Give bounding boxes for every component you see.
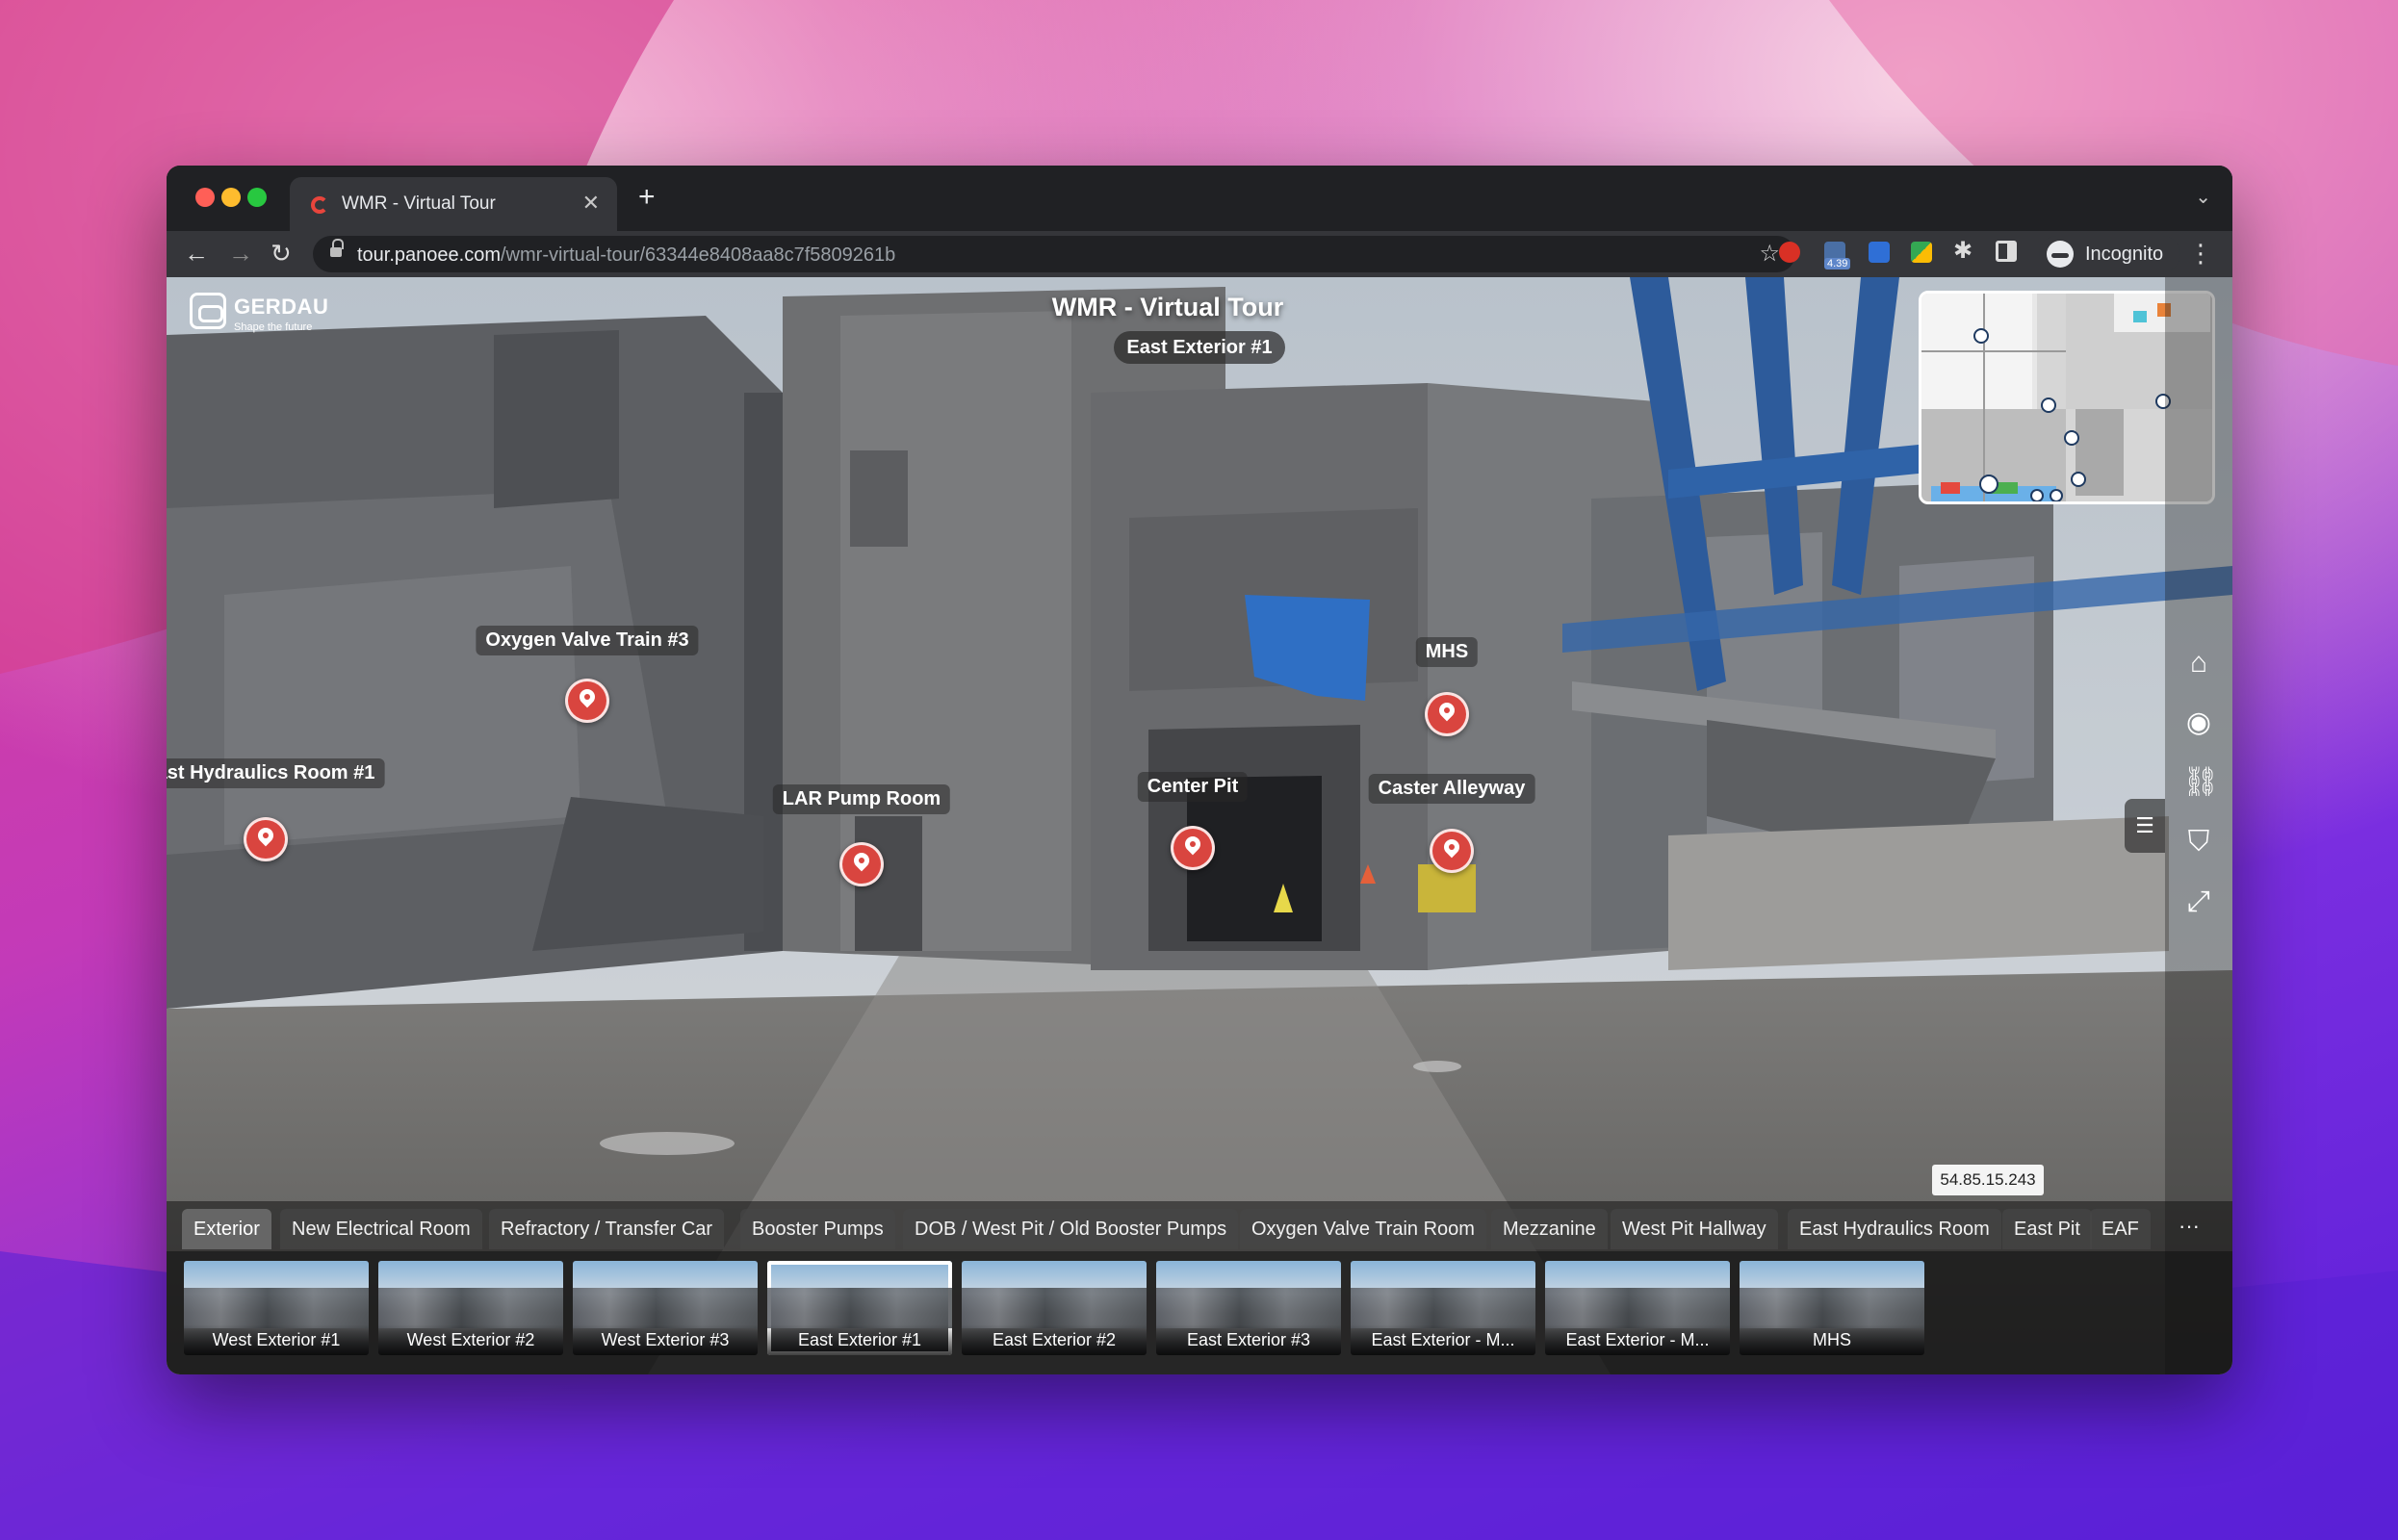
home-icon[interactable]: ⌂ (2182, 647, 2215, 680)
hotspot-pin-east-hydraulics-room[interactable] (244, 817, 288, 861)
hotspot-pin-oxygen-valve-train[interactable] (565, 679, 609, 723)
panoee-favicon-icon (311, 196, 328, 214)
forward-icon[interactable]: → (228, 239, 253, 268)
thumb-image (573, 1288, 758, 1328)
scene-thumb-east-exterior-3[interactable]: East Exterior #3 (1156, 1261, 1341, 1355)
group-tab-east-hydraulics-room[interactable]: East Hydraulics Room (1788, 1209, 2001, 1249)
scene-thumb-west-exterior-2[interactable]: West Exterior #2 (378, 1261, 563, 1355)
hotspot-pin-center-pit[interactable] (1171, 826, 1215, 870)
scene-thumb-label: East Exterior - M... (1545, 1324, 1730, 1355)
ip-address-label: 54.85.15.243 (1932, 1165, 2044, 1195)
scene-thumb-mhs[interactable]: MHS (1740, 1261, 1924, 1355)
scene-thumb-west-exterior-1[interactable]: West Exterior #1 (184, 1261, 369, 1355)
thumb-image (1545, 1288, 1730, 1328)
browser-toolbar: ← → ↻ tour.panoee.com/wmr-virtual-tour/6… (167, 231, 2232, 277)
tab-search-button[interactable]: ⌄ (2195, 185, 2211, 209)
scene-thumb-label: East Exterior #3 (1156, 1324, 1341, 1355)
group-tab-exterior[interactable]: Exterior (182, 1209, 271, 1249)
hotspot-label-east-hydraulics-room[interactable]: ast Hydraulics Room #1 (167, 758, 385, 788)
incognito-icon (2047, 241, 2074, 268)
hotspot-pin-caster-alleyway[interactable] (1430, 829, 1474, 873)
tab-strip: WMR - Virtual Tour ✕ + ⌄ (167, 166, 2232, 231)
group-tab-mezzanine[interactable]: Mezzanine (1491, 1209, 1608, 1249)
hotspot-label-center-pit[interactable]: Center Pit (1137, 772, 1249, 802)
thumb-image (767, 1288, 952, 1328)
group-tab-oxygen-valve-train-room[interactable]: Oxygen Valve Train Room (1240, 1209, 1486, 1249)
extension-icon-4[interactable] (1911, 242, 1932, 263)
group-tab-refractory-transfer-car[interactable]: Refractory / Transfer Car (489, 1209, 725, 1249)
panorama-viewport[interactable]: GERDAU Shape the future WMR - Virtual To… (167, 277, 2232, 1374)
hotspot-label-mhs[interactable]: MHS (1415, 637, 1479, 667)
url-text[interactable]: tour.panoee.com/wmr-virtual-tour/63344e8… (357, 244, 895, 267)
browser-window: WMR - Virtual Tour ✕ + ⌄ ← → ↻ tour.pano… (167, 166, 2232, 1374)
extension-adblock-icon[interactable] (1779, 242, 1800, 263)
scene-thumb-east-exterior-2[interactable]: East Exterior #2 (962, 1261, 1147, 1355)
scene-list-toggle-icon[interactable]: ☰ (2125, 799, 2165, 853)
url-host: tour.panoee.com (357, 244, 501, 266)
extensions-puzzle-icon[interactable]: ✱ (1953, 237, 1973, 265)
close-window-button[interactable] (195, 188, 215, 207)
thumb-image (378, 1288, 563, 1328)
new-tab-button[interactable]: + (638, 183, 656, 212)
thumb-image (962, 1288, 1147, 1328)
scene-thumb-label: West Exterior #2 (378, 1324, 563, 1355)
browser-menu-icon[interactable]: ⋮ (2188, 239, 2213, 269)
scene-thumb-west-exterior-3[interactable]: West Exterior #3 (573, 1261, 758, 1355)
hotspot-label-caster-alleyway[interactable]: Caster Alleyway (1368, 774, 1535, 804)
scene-thumb-label: East Exterior #2 (962, 1324, 1147, 1355)
side-panel-icon[interactable] (1996, 241, 2017, 262)
scene-thumb-label: East Exterior #1 (767, 1324, 952, 1355)
scene-thumb-east-exterior-m-2[interactable]: East Exterior - M... (1545, 1261, 1730, 1355)
more-groups-icon[interactable]: ··· (2179, 1209, 2200, 1244)
bookmark-star-icon[interactable]: ☆ (1759, 240, 1780, 268)
scene-thumbnails: West Exterior #1 West Exterior #2 West E… (167, 1251, 2232, 1374)
group-tab-east-pit[interactable]: East Pit (2002, 1209, 2092, 1249)
extension-icon-3[interactable] (1869, 242, 1890, 263)
group-tab-booster-pumps[interactable]: Booster Pumps (740, 1209, 895, 1249)
thumb-image (1156, 1288, 1341, 1328)
tab-close-icon[interactable]: ✕ (582, 191, 600, 216)
group-tab-new-electrical-room[interactable]: New Electrical Room (280, 1209, 482, 1249)
hotspot-label-oxygen-valve-train[interactable]: Oxygen Valve Train #3 (476, 626, 699, 655)
scene-thumb-label: West Exterior #1 (184, 1324, 369, 1355)
scene-thumb-label: East Exterior - M... (1351, 1324, 1535, 1355)
share-icon[interactable]: ⛓ (2182, 766, 2219, 799)
reload-icon[interactable]: ↻ (271, 239, 292, 268)
group-tab-eaf[interactable]: EAF (2090, 1209, 2151, 1249)
incognito-profile-button[interactable]: Incognito (2039, 236, 2181, 272)
scene-thumb-label: West Exterior #3 (573, 1324, 758, 1355)
thumb-image (1351, 1288, 1535, 1328)
group-tab-dob-west-pit[interactable]: DOB / West Pit / Old Booster Pumps (903, 1209, 1239, 1249)
url-path: /wmr-virtual-tour/63344e8408aa8c7f580926… (501, 244, 896, 266)
hotspot-label-lar-pump-room[interactable]: LAR Pump Room (772, 784, 951, 814)
address-bar[interactable]: tour.panoee.com/wmr-virtual-tour/63344e8… (313, 236, 1795, 272)
scene-thumb-east-exterior-m-1[interactable]: East Exterior - M... (1351, 1261, 1535, 1355)
thumb-image (184, 1288, 369, 1328)
lock-icon[interactable] (330, 239, 344, 258)
extension-badge: 4.39 (1824, 258, 1851, 270)
incognito-label: Incognito (2085, 244, 2164, 265)
scene-thumb-east-exterior-1[interactable]: East Exterior #1 (767, 1261, 952, 1355)
scene-group-tabs: Exterior New Electrical Room Refractory … (167, 1201, 2232, 1251)
maximize-window-button[interactable] (247, 188, 267, 207)
fullscreen-icon[interactable]: ⤢ (2182, 886, 2215, 918)
group-tab-west-pit-hallway[interactable]: West Pit Hallway (1611, 1209, 1778, 1249)
back-icon[interactable]: ← (184, 239, 209, 268)
map-icon[interactable]: ⛉ (2182, 826, 2215, 859)
hotspot-pin-mhs[interactable] (1425, 692, 1469, 736)
current-scene-badge: East Exterior #1 (1114, 331, 1285, 364)
eye-icon[interactable]: ◉ (2182, 706, 2215, 739)
browser-tab-active[interactable]: WMR - Virtual Tour ✕ (290, 177, 617, 231)
thumb-image (1740, 1288, 1924, 1328)
brand-tagline: Shape the future (234, 321, 313, 333)
minimize-window-button[interactable] (221, 188, 241, 207)
tab-title: WMR - Virtual Tour (342, 193, 496, 214)
scene-thumb-label: MHS (1740, 1324, 1924, 1355)
hotspot-pin-lar-pump-room[interactable] (839, 842, 884, 886)
tour-title: WMR - Virtual Tour (1051, 293, 1284, 321)
